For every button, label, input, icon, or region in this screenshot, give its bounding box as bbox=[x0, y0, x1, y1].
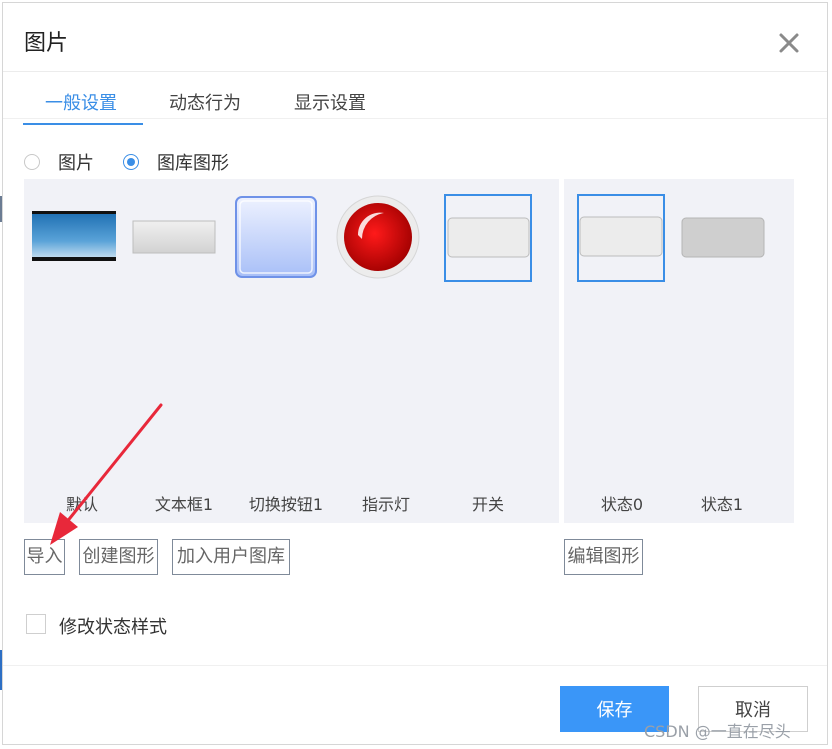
default-image-icon bbox=[32, 211, 116, 261]
shape-item-textbox[interactable] bbox=[132, 219, 232, 259]
shape-label-switch: 开关 bbox=[471, 495, 504, 514]
dialog-title: 图片 bbox=[24, 31, 69, 56]
close-icon[interactable] bbox=[775, 29, 803, 57]
edit-shape-button[interactable]: 编辑图形 bbox=[564, 539, 643, 575]
watermark-text: CSDN @一直在尽头 bbox=[644, 722, 791, 741]
import-button[interactable]: 导入 bbox=[24, 539, 65, 575]
textbox-icon bbox=[132, 220, 216, 254]
tab-display-settings[interactable]: 显示设置 bbox=[294, 89, 366, 115]
shape-item-toggle-button[interactable] bbox=[234, 195, 334, 281]
modify-state-style-label[interactable]: 修改状态样式 bbox=[59, 613, 167, 639]
state-label-1: 状态1 bbox=[700, 495, 744, 514]
indicator-light-icon bbox=[336, 195, 420, 279]
modify-state-style-checkbox[interactable] bbox=[26, 614, 46, 634]
radio-gallery-shape-circle[interactable] bbox=[123, 154, 139, 170]
state-label-0: 状态0 bbox=[600, 495, 644, 514]
radio-image[interactable]: 图片 bbox=[24, 149, 94, 175]
add-to-user-library-button[interactable]: 加入用户图库 bbox=[172, 539, 290, 575]
shape-label-textbox: 文本框1 bbox=[154, 495, 214, 514]
shape-label-toggle-button: 切换按钮1 bbox=[248, 495, 324, 514]
toggle-button-icon bbox=[235, 196, 317, 278]
shape-item-switch[interactable] bbox=[444, 194, 544, 282]
shape-item-default[interactable] bbox=[31, 209, 131, 269]
state-item-1[interactable] bbox=[681, 217, 781, 259]
footer-divider bbox=[3, 665, 827, 666]
create-shape-button[interactable]: 创建图形 bbox=[79, 539, 158, 575]
tab-dynamic-behavior[interactable]: 动态行为 bbox=[169, 89, 241, 115]
title-divider bbox=[3, 71, 827, 72]
shape-label-default: 默认 bbox=[65, 495, 98, 514]
state-1-icon bbox=[681, 217, 765, 258]
switch-icon bbox=[444, 194, 532, 282]
tabs-divider bbox=[3, 118, 827, 119]
radio-image-label: 图片 bbox=[58, 153, 94, 174]
state-item-0[interactable] bbox=[577, 194, 677, 282]
radio-gallery-shape[interactable]: 图库图形 bbox=[123, 149, 229, 175]
tab-general-settings[interactable]: 一般设置 bbox=[45, 89, 117, 115]
image-dialog: 图片 一般设置 动态行为 显示设置 图片 图库图形 默认 文本框1 切换按钮1 … bbox=[2, 2, 828, 745]
shape-item-indicator-light[interactable] bbox=[336, 195, 436, 281]
shape-states-panel: 状态0 状态1 bbox=[564, 179, 794, 523]
state-0-icon bbox=[577, 194, 665, 282]
shape-label-indicator-light: 指示灯 bbox=[361, 495, 410, 514]
shape-gallery-panel: 默认 文本框1 切换按钮1 指示灯 开关 bbox=[24, 179, 559, 523]
radio-gallery-shape-label: 图库图形 bbox=[157, 153, 229, 174]
active-tab-indicator bbox=[23, 123, 143, 125]
radio-image-circle[interactable] bbox=[24, 154, 40, 170]
